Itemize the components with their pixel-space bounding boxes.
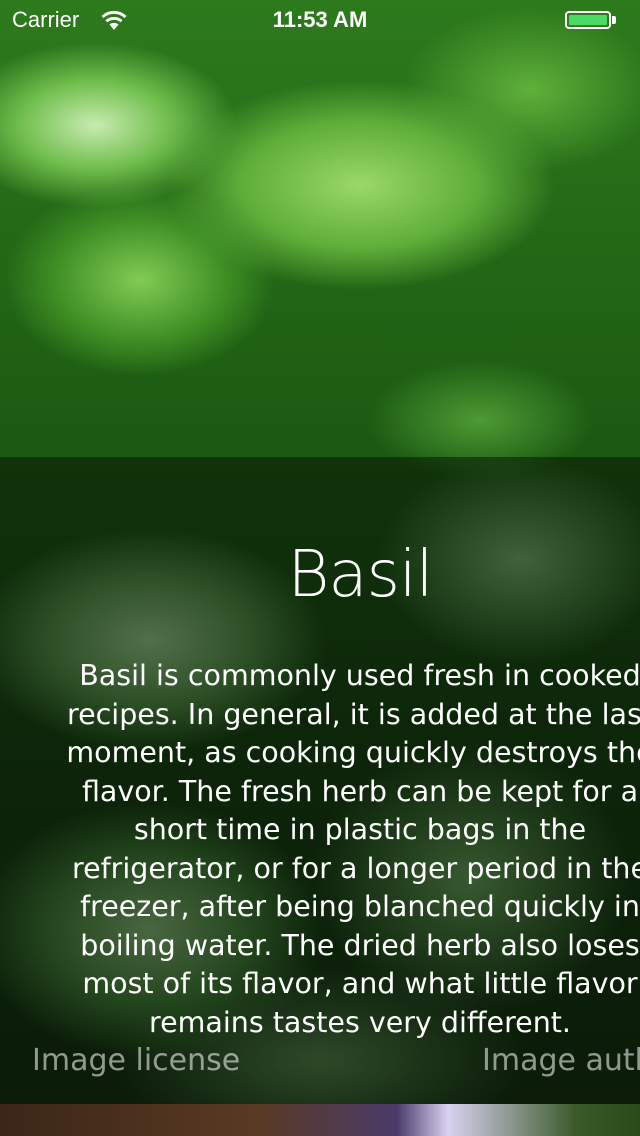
battery-level	[569, 15, 607, 25]
herb-description: Basil is commonly used fresh in cooked re…	[50, 657, 640, 1042]
description-line: boiling water. The dried herb also loses	[80, 928, 640, 962]
description-line: short time in plastic bags in the	[133, 813, 587, 846]
description-line: moment, as cooking quickly destroys the	[66, 736, 640, 769]
description-line: refrigerator, or for a longer period in …	[71, 851, 640, 885]
description-line: Basil is commonly used fresh in cooked	[79, 659, 640, 692]
battery-icon	[565, 11, 611, 29]
description-line: freezer, after being blanched quickly in	[80, 890, 640, 923]
next-photo-strip[interactable]	[0, 1104, 640, 1136]
clock: 11:53 AM	[272, 7, 368, 32]
description-line: flavor. The fresh herb can be kept for a	[81, 774, 639, 808]
status-bar: Carrier 11:53 AM	[0, 0, 640, 40]
description-line: remains tastes very different.	[149, 1005, 571, 1039]
description-line: most of its flavor, and what little flav…	[82, 967, 638, 1000]
battery-nub	[612, 16, 616, 24]
herb-title: Basil	[287, 538, 433, 612]
image-license-link[interactable]: Image license	[32, 1043, 240, 1078]
description-line: recipes. In general, it is added at the …	[66, 697, 640, 731]
image-author-link[interactable]: Image auth	[482, 1043, 640, 1078]
